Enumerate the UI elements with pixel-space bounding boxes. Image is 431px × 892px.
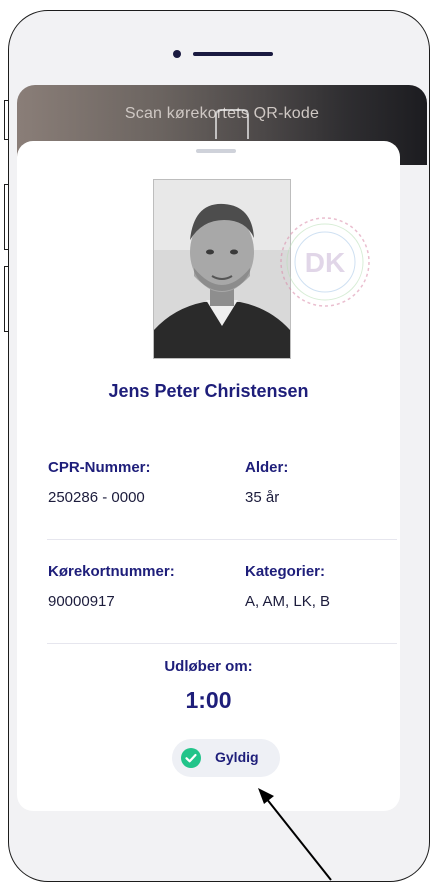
license-card: DK Jens Peter Christensen CPR-Nummer: 25… (17, 141, 400, 811)
categories-value: A, AM, LK, B (245, 593, 331, 610)
camera-dot (173, 50, 181, 58)
holder-name: Jens Peter Christensen (108, 381, 309, 401)
phone-frame: Scan kørekortets QR-kode DK Jens Peter C… (8, 10, 430, 882)
divider-1 (47, 539, 397, 540)
scan-frame-icon (215, 109, 249, 139)
age-label: Alder: (245, 459, 289, 476)
cpr-label: CPR-Nummer: (48, 459, 151, 476)
categories-label: Kategorier: (245, 563, 326, 580)
status-label: Gyldig (215, 749, 259, 765)
sheet-drag-handle[interactable] (196, 149, 236, 153)
expiry-countdown: 1:00 (185, 687, 232, 713)
check-circle-icon (181, 748, 201, 768)
expiry-label: Udløber om: (164, 658, 253, 675)
profile-photo (153, 179, 291, 359)
dk-hologram-seal: DK (280, 217, 370, 307)
license-number-label: Kørekortnummer: (48, 563, 175, 580)
seal-text: DK (305, 247, 345, 278)
divider-2 (47, 643, 397, 644)
cpr-value: 250286 - 0000 (48, 489, 145, 506)
status-badge: Gyldig (172, 739, 280, 777)
age-value: 35 år (245, 489, 280, 506)
portrait-image (154, 180, 290, 358)
speaker-bar (193, 52, 273, 56)
license-number-value: 90000917 (48, 593, 115, 610)
